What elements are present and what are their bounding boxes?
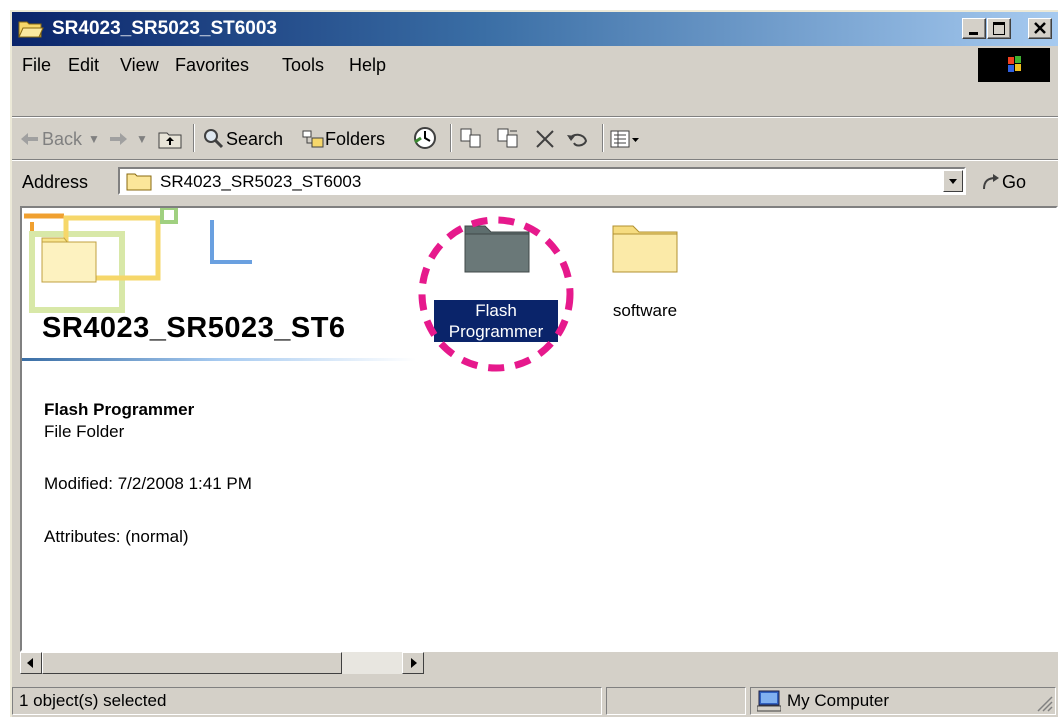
history-icon[interactable] — [412, 125, 438, 151]
delete-icon[interactable] — [534, 128, 556, 150]
up-folder-icon[interactable] — [158, 129, 182, 149]
move-to-icon[interactable] — [459, 127, 483, 149]
search-button[interactable]: Search — [226, 128, 283, 150]
highlight-circle — [418, 216, 574, 372]
status-size — [606, 687, 746, 715]
close-button[interactable] — [1028, 18, 1052, 39]
maximize-icon — [993, 22, 1005, 35]
scroll-thumb[interactable] — [42, 652, 342, 674]
selected-item-attributes: Attributes: (normal) — [44, 527, 189, 546]
minimize-icon — [969, 32, 978, 35]
explorer-window: SR4023_SR5023_ST6003 File Edit View Favo… — [10, 10, 1058, 717]
minimize-button[interactable] — [962, 18, 986, 39]
left-arrow-icon — [27, 658, 33, 668]
scroll-left-button[interactable] — [20, 652, 42, 674]
forward-dropdown[interactable]: ▼ — [136, 128, 148, 150]
address-dropdown[interactable] — [943, 170, 963, 192]
back-button[interactable]: Back — [42, 128, 82, 150]
address-bar: Address SR4023_SR5023_ST6003 Go — [12, 162, 1058, 202]
menu-favorites[interactable]: Favorites — [175, 54, 249, 76]
menu-bar: File Edit View Favorites Tools Help — [12, 48, 1058, 82]
back-dropdown[interactable]: ▼ — [88, 128, 100, 150]
go-arrow-icon — [983, 174, 999, 190]
horizontal-scrollbar[interactable] — [20, 652, 424, 674]
folders-icon — [302, 130, 324, 148]
title-bar[interactable]: SR4023_SR5023_ST6003 — [12, 12, 1058, 46]
menu-file[interactable]: File — [22, 54, 51, 76]
folders-button[interactable]: Folders — [325, 128, 385, 150]
back-arrow-icon — [21, 133, 38, 145]
go-button[interactable]: Go — [1002, 172, 1026, 193]
right-arrow-icon — [411, 658, 417, 668]
windows-logo-icon — [978, 48, 1050, 82]
menu-tools[interactable]: Tools — [282, 54, 324, 76]
folder-info-title: SR4023_SR5023_ST6 — [42, 312, 346, 344]
folder-icon — [126, 173, 152, 191]
undo-icon[interactable] — [566, 129, 590, 149]
maximize-button[interactable] — [987, 18, 1011, 39]
selected-item-type: File Folder — [44, 422, 125, 441]
status-bar: 1 object(s) selected My Computer — [12, 684, 1058, 717]
forward-arrow-icon[interactable] — [108, 131, 128, 147]
window-title: SR4023_SR5023_ST6003 — [52, 18, 278, 39]
chevron-down-icon — [949, 179, 957, 184]
address-label: Address — [22, 172, 89, 192]
scroll-right-button[interactable] — [402, 652, 424, 674]
webview-banner — [24, 208, 252, 313]
folder-item-software[interactable]: software — [592, 216, 702, 326]
close-icon — [1034, 22, 1046, 34]
menu-edit[interactable]: Edit — [68, 54, 99, 76]
selected-item-modified: Modified: 7/2/2008 1:41 PM — [44, 474, 252, 493]
my-computer-icon — [757, 690, 781, 712]
address-value: SR4023_SR5023_ST6003 — [160, 172, 362, 191]
address-field[interactable]: SR4023_SR5023_ST6003 — [118, 167, 966, 195]
standard-toolbar: Back ▼ ▼ Search Folders — [12, 120, 1058, 158]
status-zone-label: My Computer — [787, 691, 890, 710]
menu-view[interactable]: View — [120, 54, 159, 76]
folder-label-software: software — [612, 301, 678, 320]
folder-open-icon — [18, 21, 44, 38]
resize-grip-icon[interactable] — [1035, 694, 1053, 712]
status-zone: My Computer — [750, 687, 1056, 715]
copy-to-icon[interactable] — [496, 127, 520, 149]
menu-help[interactable]: Help — [349, 54, 386, 76]
search-icon — [204, 129, 224, 149]
selected-item-name: Flash Programmer — [44, 400, 195, 419]
views-icon[interactable] — [610, 129, 642, 149]
info-divider — [22, 358, 416, 361]
folder-view[interactable]: SR4023_SR5023_ST6 Flash Programmer File … — [20, 206, 1058, 652]
status-selection: 1 object(s) selected — [12, 687, 602, 715]
folder-icon — [612, 225, 678, 273]
